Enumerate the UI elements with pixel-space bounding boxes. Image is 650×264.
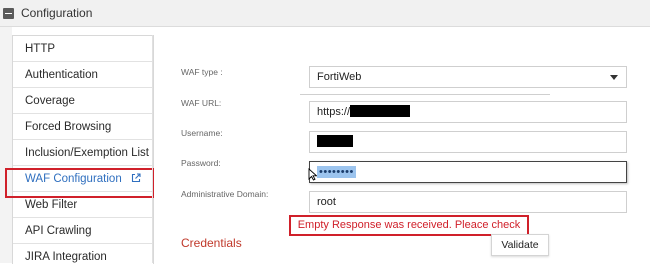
waf-url-value: https:// bbox=[317, 106, 351, 118]
sidebar-item-authentication[interactable]: Authentication bbox=[13, 62, 153, 88]
username-input[interactable] bbox=[309, 131, 627, 153]
collapse-icon[interactable] bbox=[3, 7, 14, 19]
sidebar-item-label: Inclusion/Exemption List bbox=[25, 147, 150, 159]
password-value: •••••••• bbox=[317, 166, 356, 178]
redacted-block bbox=[317, 135, 353, 147]
waf-type-value: FortiWeb bbox=[317, 71, 362, 83]
username-label: Username: bbox=[181, 128, 223, 138]
sidebar-item-label: WAF Configuration bbox=[25, 173, 122, 185]
sidebar-item-jira-integration[interactable]: JIRA Integration bbox=[13, 244, 153, 264]
credentials-heading: Credentials bbox=[181, 236, 242, 250]
waf-type-label: WAF type : bbox=[181, 67, 223, 77]
sidebar-item-web-filter[interactable]: Web Filter bbox=[13, 192, 153, 218]
sidebar-item-label: Authentication bbox=[25, 69, 98, 81]
sidebar-item-inclusion-exemption[interactable]: Inclusion/Exemption List bbox=[13, 140, 153, 166]
sidebar-item-forced-browsing[interactable]: Forced Browsing bbox=[13, 114, 153, 140]
left-gutter bbox=[0, 27, 12, 263]
chevron-down-icon bbox=[610, 75, 618, 80]
password-input[interactable]: •••••••• bbox=[309, 161, 627, 183]
sidebar-item-label: Forced Browsing bbox=[25, 121, 112, 133]
redacted-block bbox=[350, 105, 411, 117]
panel-divider bbox=[152, 35, 153, 263]
sidebar-item-label: JIRA Integration bbox=[25, 251, 107, 263]
mouse-cursor-icon bbox=[308, 167, 318, 186]
sidebar-item-label: API Crawling bbox=[25, 225, 92, 237]
error-message: Empty Response was received. Pleace chec… bbox=[289, 215, 529, 236]
waf-type-select[interactable]: FortiWeb bbox=[309, 66, 627, 88]
password-label: Password: bbox=[181, 158, 221, 168]
waf-url-input[interactable]: https:// bbox=[309, 101, 627, 123]
validate-button[interactable]: Validate bbox=[491, 234, 549, 256]
sidebar-item-label: Web Filter bbox=[25, 199, 78, 211]
admin-domain-label: Administrative Domain: bbox=[181, 189, 269, 199]
waf-url-label: WAF URL: bbox=[181, 98, 222, 108]
sidebar-item-http[interactable]: HTTP bbox=[13, 36, 153, 62]
admin-domain-input[interactable]: root bbox=[309, 191, 627, 213]
config-sidebar: HTTP Authentication Coverage Forced Brow… bbox=[12, 35, 154, 264]
sidebar-item-waf-configuration[interactable]: WAF Configuration bbox=[13, 166, 153, 192]
divider-line bbox=[300, 94, 550, 95]
sidebar-item-coverage[interactable]: Coverage bbox=[13, 88, 153, 114]
external-link-icon bbox=[131, 167, 141, 193]
admin-domain-value: root bbox=[317, 196, 336, 208]
sidebar-item-label: HTTP bbox=[25, 43, 56, 55]
configuration-header[interactable]: Configuration bbox=[0, 0, 650, 27]
sidebar-item-label: Coverage bbox=[25, 95, 75, 107]
section-title: Configuration bbox=[21, 6, 93, 20]
sidebar-item-api-crawling[interactable]: API Crawling bbox=[13, 218, 153, 244]
